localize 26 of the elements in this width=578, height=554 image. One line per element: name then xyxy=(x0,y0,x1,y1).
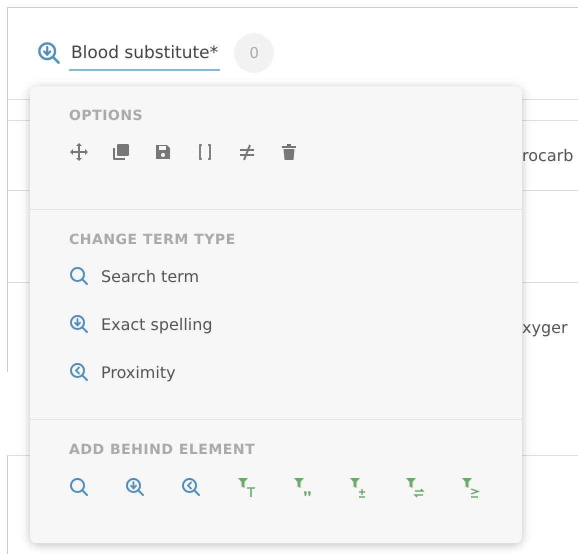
not-equal-icon[interactable] xyxy=(237,142,257,162)
section-title: OPTIONS xyxy=(69,108,144,124)
section-title: CHANGE TERM TYPE xyxy=(69,232,237,248)
filter-icon xyxy=(405,476,425,498)
move-icon[interactable] xyxy=(69,142,89,162)
proximity-search-icon xyxy=(181,477,201,497)
proximity-search-icon xyxy=(69,362,89,382)
trash-icon[interactable] xyxy=(279,142,299,162)
section-title: ADD BEHIND ELEMENT xyxy=(69,442,256,458)
term-type-option[interactable]: Search term xyxy=(69,252,200,300)
term-type-option[interactable]: Exact spelling xyxy=(69,300,213,348)
result-count: 0 xyxy=(234,33,274,74)
copy-icon[interactable] xyxy=(111,142,131,162)
exact-search-icon xyxy=(69,314,89,334)
search-icon xyxy=(69,477,89,497)
result-text: rocarb xyxy=(522,146,574,165)
exact-search-icon xyxy=(125,477,145,497)
save-icon[interactable] xyxy=(153,142,173,162)
filter-icon xyxy=(237,476,257,498)
search-icon xyxy=(69,266,89,286)
filter-icon xyxy=(461,476,481,498)
result-text: xyger xyxy=(522,318,568,337)
search-term-field[interactable]: Blood substitute* xyxy=(69,43,220,72)
term-type-option[interactable]: Proximity xyxy=(69,348,176,396)
exact-search-icon xyxy=(37,41,61,66)
filter-icon xyxy=(293,476,313,498)
